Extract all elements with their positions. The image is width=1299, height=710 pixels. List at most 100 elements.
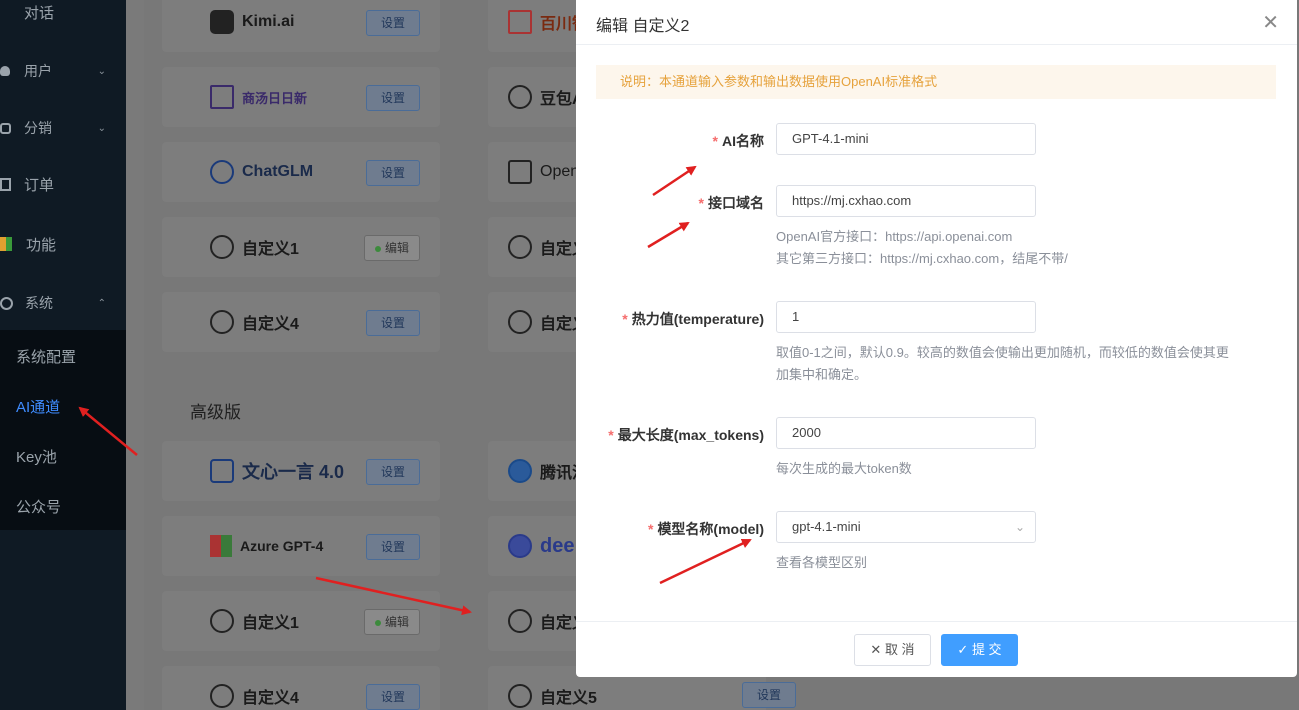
sidebar-item-chat[interactable]: 对话: [0, 0, 126, 32]
openai-logo-icon: [508, 684, 532, 708]
channel-name: dee: [508, 516, 574, 576]
max-tokens-label: * 最大长度(max_tokens): [608, 427, 764, 443]
temperature-help-line1: 取值0-1之间，默认0.9。较高的数值会使输出更加随机，而较低的数值会使其更: [776, 345, 1229, 360]
openai-logo-icon: [210, 684, 234, 708]
sidebar: 对话 用户 ⌄ 分销 ⌄ 订单 功能 系统 ⌃ 系统配置 AI通道 Key池 公…: [0, 0, 126, 710]
channel-card: Azure GPT-4 设置: [162, 516, 440, 576]
model-select-value: gpt-4.1-mini: [792, 519, 861, 534]
user-icon: [0, 66, 10, 76]
sidebar-item-distribution[interactable]: 分销 ⌄: [0, 108, 126, 148]
endpoint-label: * 接口域名: [698, 195, 764, 211]
sidebar-item-users[interactable]: 用户 ⌄: [0, 51, 126, 91]
status-dot-icon: [374, 619, 381, 626]
channel-name: 自定义1: [210, 591, 299, 651]
sidebar-item-orders[interactable]: 订单: [0, 164, 126, 204]
wenxin-logo-icon: [210, 459, 234, 483]
sidebar-item-label: 订单: [24, 176, 55, 194]
endpoint-help-thirdparty: 其它第三方接口：https://mj.cxhao.com，结尾不带/: [776, 251, 1068, 266]
settings-button[interactable]: 设置: [365, 684, 420, 710]
chatglm-logo-icon: [210, 160, 234, 184]
channel-name: 豆包A: [508, 67, 584, 127]
settings-button[interactable]: 设置: [365, 85, 420, 111]
openai-square-icon: [508, 160, 532, 184]
divider: [576, 621, 1297, 622]
azure-logo-icon: [210, 535, 232, 557]
edit-channel-dialog: 编辑 自定义2 ✕ 说明：本通道输入参数和输出数据使用OpenAI标准格式 * A…: [576, 0, 1297, 677]
settings-button[interactable]: 设置: [365, 160, 420, 186]
section-title: 高级版: [190, 403, 241, 422]
openai-logo-icon: [210, 310, 234, 334]
channel-card: 自定义1 编辑: [162, 591, 440, 651]
chevron-down-icon: ⌄: [97, 65, 106, 77]
doubao-logo-icon: [508, 85, 532, 109]
channel-name: 自定义4: [210, 292, 299, 352]
submit-button[interactable]: ✓ 提 交: [941, 634, 1018, 666]
submenu-item-official-account[interactable]: 公众号: [16, 496, 61, 517]
settings-button[interactable]: 设置: [365, 310, 420, 336]
kimi-logo-icon: [210, 10, 234, 34]
channel-name: 商汤日日新: [210, 67, 307, 127]
openai-logo-icon: [508, 609, 532, 633]
max-tokens-field[interactable]: 2000: [776, 417, 1036, 449]
settings-button[interactable]: 设置: [365, 534, 420, 560]
system-submenu: 系统配置 AI通道 Key池 公众号: [0, 330, 126, 530]
edit-button[interactable]: 编辑: [363, 235, 420, 261]
submenu-item-ai-channel[interactable]: AI通道: [16, 396, 60, 417]
apps-icon: [0, 237, 12, 251]
openai-logo-icon: [210, 235, 234, 259]
settings-button[interactable]: 设置: [741, 682, 796, 708]
deepseek-logo-icon: [508, 534, 532, 558]
channel-name: 文心一言 4.0: [210, 441, 344, 501]
sidebar-item-functions[interactable]: 功能: [0, 224, 126, 264]
sidebar-item-label: 分销: [24, 120, 52, 136]
cancel-button[interactable]: ✕ 取 消: [854, 634, 931, 666]
submenu-item-key-pool[interactable]: Key池: [16, 446, 57, 467]
openai-logo-icon: [210, 609, 234, 633]
temperature-help-line2: 加集中和确定。: [776, 367, 868, 382]
model-select[interactable]: gpt-4.1-mini ⌄: [776, 511, 1036, 543]
max-tokens-help: 每次生成的最大token数: [776, 461, 912, 476]
temperature-label: * 热力值(temperature): [622, 311, 764, 327]
close-icon[interactable]: ✕: [1262, 10, 1279, 35]
sensenova-logo-icon: [210, 85, 234, 109]
sidebar-item-label: 功能: [26, 236, 57, 254]
submenu-item-system-config[interactable]: 系统配置: [16, 346, 76, 367]
share-icon: [0, 122, 11, 134]
chevron-up-icon: ⌃: [97, 297, 106, 309]
sidebar-item-label: 用户: [24, 63, 52, 79]
channel-name: 自定义4: [210, 666, 299, 710]
channel-name: Azure GPT-4: [210, 516, 323, 576]
channel-name: ChatGLM: [210, 142, 313, 202]
channel-card: 商汤日日新 设置: [162, 67, 440, 127]
channel-card: 自定义4 设置: [162, 292, 440, 352]
ai-name-label: * AI名称: [712, 133, 764, 149]
gear-icon: [0, 296, 13, 310]
temperature-field[interactable]: 1: [776, 301, 1036, 333]
sidebar-item-system[interactable]: 系统 ⌃: [0, 283, 126, 323]
divider: [576, 44, 1297, 45]
channel-name: 自定义1: [210, 217, 299, 277]
channel-name: Kimi.ai: [210, 0, 294, 52]
sidebar-item-label: 对话: [24, 4, 55, 22]
channel-card: ChatGLM 设置: [162, 142, 440, 202]
check-icon: ✓: [957, 642, 972, 657]
sidebar-item-label: 系统: [25, 295, 53, 311]
endpoint-field[interactable]: https://mj.cxhao.com: [776, 185, 1036, 217]
dialog-title: 编辑 自定义2: [596, 18, 690, 35]
model-label: * 模型名称(model): [647, 521, 764, 537]
openai-logo-icon: [508, 235, 532, 259]
channel-card: 自定义4 设置: [162, 666, 440, 710]
settings-button[interactable]: 设置: [365, 10, 420, 36]
chevron-down-icon: ⌄: [97, 122, 106, 134]
edit-button[interactable]: 编辑: [363, 609, 420, 635]
ai-name-field[interactable]: GPT-4.1-mini: [776, 123, 1036, 155]
baichuan-logo-icon: [508, 10, 532, 34]
channel-card: 自定义1 编辑: [162, 217, 440, 277]
chevron-down-icon: ⌄: [1014, 520, 1025, 534]
chat-icon: [0, 5, 14, 19]
model-compare-link[interactable]: 查看各模型区别: [776, 552, 867, 574]
channel-name: Open: [508, 142, 579, 202]
channel-card: Kimi.ai 设置: [162, 0, 440, 52]
close-icon: ✕: [870, 642, 885, 657]
settings-button[interactable]: 设置: [365, 459, 420, 485]
